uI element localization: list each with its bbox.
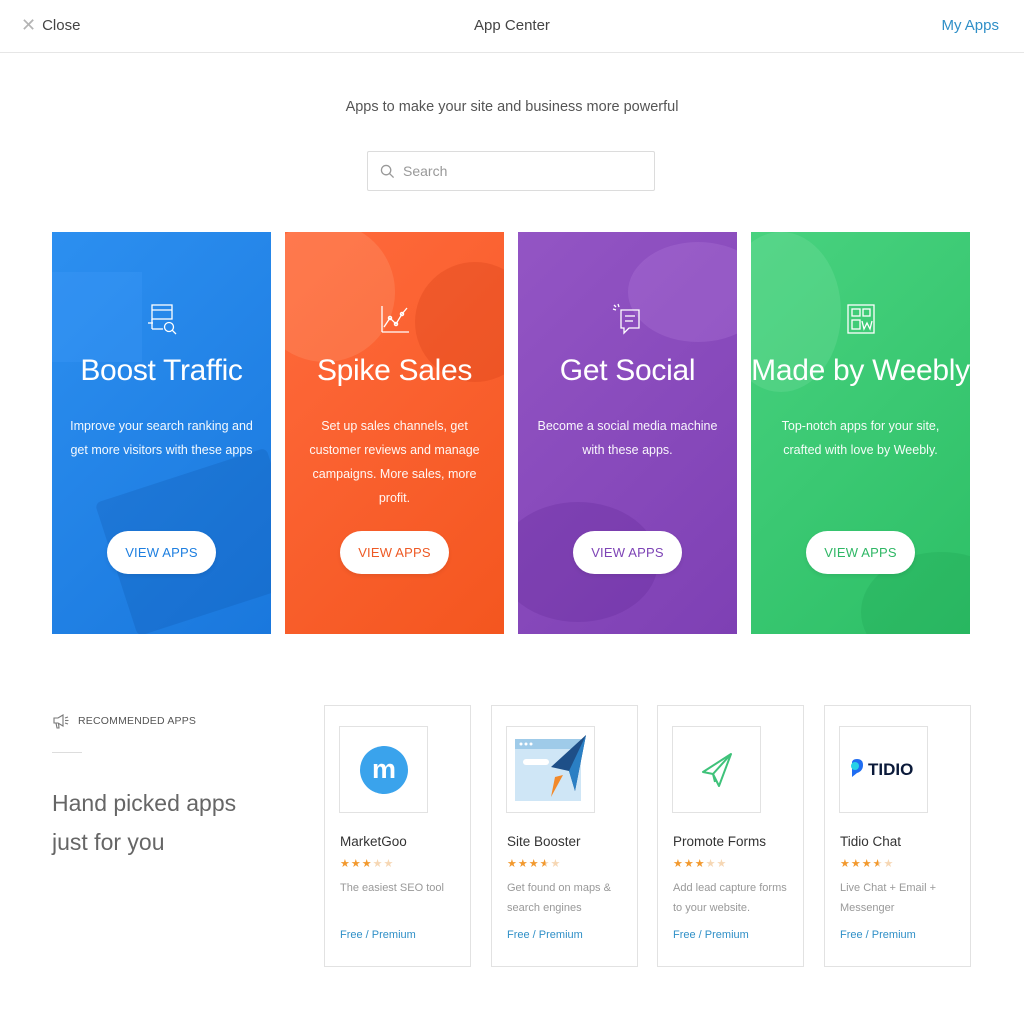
category-description: Set up sales channels, get customer revi… — [309, 419, 480, 505]
app-description: Live Chat + Email + Messenger — [840, 882, 936, 914]
star-icon: ★ — [694, 858, 706, 870]
category-description: Become a social media machine with these… — [537, 419, 718, 457]
recommended-tagline: Hand picked apps just for you — [52, 790, 237, 855]
chat-bubble-icon — [518, 302, 737, 336]
star-rating: ★★★★★ — [507, 857, 561, 870]
category-card-get-social[interactable]: Get Social Become a social media machine… — [518, 232, 737, 634]
page-subtitle: Apps to make your site and business more… — [345, 99, 679, 115]
view-apps-button[interactable]: VIEW APPS — [573, 531, 682, 574]
app-description: The easiest SEO tool — [340, 882, 444, 894]
category-card-spike-sales[interactable]: Spike Sales Set up sales channels, get c… — [285, 232, 504, 634]
star-icon: ★ — [673, 858, 684, 870]
my-apps-link[interactable]: My Apps — [941, 17, 999, 34]
app-name: Tidio Chat — [840, 834, 902, 849]
paper-plane-logo — [672, 726, 761, 813]
app-card-site-booster[interactable]: Site Booster ★★★★★ Get found on maps & s… — [491, 705, 638, 967]
app-name: Site Booster — [507, 834, 581, 849]
app-name: Promote Forms — [673, 834, 767, 849]
app-price-link[interactable]: Free / Premium — [340, 929, 416, 941]
marketgoo-logo: m — [339, 726, 428, 813]
app-price-link[interactable]: Free / Premium — [507, 929, 583, 941]
app-card-promote-forms[interactable]: Promote Forms ★★★★★ Add lead capture for… — [657, 705, 804, 967]
app-card-tidio-chat[interactable]: TIDIO Tidio Chat ★★★★★ Live Chat + Email… — [824, 705, 971, 967]
star-icon: ★ — [683, 858, 695, 870]
star-icon: ★ — [850, 858, 862, 870]
star-icon: ★ — [372, 858, 384, 870]
category-title: Made by Weebly — [751, 354, 970, 387]
star-icon: ★ — [861, 858, 873, 870]
star-icon: ★ — [705, 858, 717, 870]
app-price-link[interactable]: Free / Premium — [840, 929, 916, 941]
app-name: MarketGoo — [340, 834, 407, 849]
category-title: Get Social — [559, 354, 696, 387]
star-icon: ★ — [539, 858, 551, 870]
star-icon: ★ — [517, 858, 529, 870]
view-apps-button[interactable]: VIEW APPS — [340, 531, 449, 574]
star-icon: ★ — [883, 858, 895, 870]
app-description: Get found on maps & search engines — [507, 882, 611, 914]
star-rating: ★★★★★ — [840, 857, 894, 870]
search-traffic-icon — [52, 302, 271, 336]
star-icon: ★ — [550, 858, 562, 870]
search-box[interactable] — [367, 151, 655, 191]
chart-line-icon — [285, 302, 504, 336]
site-booster-logo — [506, 726, 595, 813]
recommended-header: RECOMMENDED APPS — [52, 712, 196, 730]
svg-text:m: m — [371, 754, 395, 784]
weebly-grid-icon — [751, 302, 970, 336]
star-icon: ★ — [361, 858, 373, 870]
app-card-marketgoo[interactable]: m MarketGoo ★★★★★ The easiest SEO tool F… — [324, 705, 471, 967]
star-icon: ★ — [716, 858, 728, 870]
tidio-logo: TIDIO — [839, 726, 928, 813]
svg-text:TIDIO: TIDIO — [868, 760, 913, 779]
star-icon: ★ — [840, 858, 851, 870]
app-price-link[interactable]: Free / Premium — [673, 929, 749, 941]
category-title: Spike Sales — [316, 354, 473, 387]
star-icon: ★ — [340, 858, 351, 870]
search-icon — [380, 164, 395, 178]
category-description: Top-notch apps for your site, crafted wi… — [781, 419, 940, 457]
view-apps-button[interactable]: VIEW APPS — [107, 531, 216, 574]
star-icon: ★ — [350, 858, 362, 870]
top-bar: ✕ Close App Center My Apps — [0, 0, 1024, 53]
category-description: Improve your search ranking and get more… — [70, 419, 253, 457]
star-icon: ★ — [383, 858, 395, 870]
star-rating: ★★★★★ — [673, 857, 727, 870]
divider — [52, 752, 82, 753]
category-title: Boost Traffic — [80, 354, 243, 387]
star-icon: ★ — [528, 858, 540, 870]
megaphone-icon — [53, 714, 69, 729]
category-card-made-by-weebly[interactable]: Made by Weebly Top-notch apps for your s… — [751, 232, 970, 634]
recommended-label: RECOMMENDED APPS — [78, 715, 197, 727]
app-description: Add lead capture forms to your website. — [673, 882, 787, 914]
category-card-boost-traffic[interactable]: Boost Traffic Improve your search rankin… — [52, 232, 271, 634]
star-icon: ★ — [872, 858, 884, 870]
star-icon: ★ — [507, 858, 518, 870]
page-title: App Center — [474, 17, 550, 34]
search-input[interactable] — [403, 163, 643, 179]
star-rating: ★★★★★ — [340, 857, 394, 870]
view-apps-button[interactable]: VIEW APPS — [806, 531, 915, 574]
